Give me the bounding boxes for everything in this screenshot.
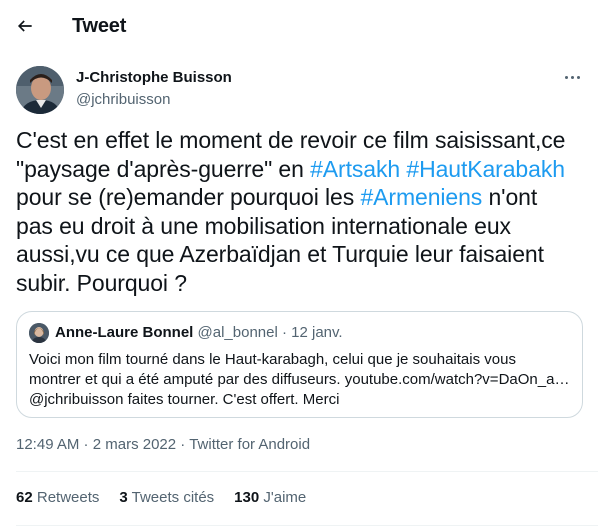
quoted-author-handle: @al_bonnel <box>197 324 278 341</box>
profile-photo-icon <box>16 66 64 114</box>
quotes-stat[interactable]: 3 Tweets cités <box>119 489 214 506</box>
divider <box>16 471 598 472</box>
arrow-left-icon <box>17 20 32 32</box>
quoted-avatar[interactable] <box>29 323 49 343</box>
tweet-line: aussi,vu ce que Azerbaïdjan et Turquie l… <box>16 241 544 267</box>
tweet-line: pour se (re)emander pourquoi les #Armeni… <box>16 183 602 212</box>
likes-stat[interactable]: 130 J'aime <box>234 489 306 506</box>
separator-dot: · <box>176 436 190 453</box>
tweet-text-segment: "paysage d'après-guerre" en <box>16 155 311 182</box>
likes-label: J'aime <box>263 489 307 506</box>
more-dot <box>564 75 568 79</box>
more-button[interactable] <box>560 66 584 88</box>
tweet-source[interactable]: Twitter for Android <box>189 436 310 453</box>
header: Tweet <box>0 0 614 53</box>
tweet-page: Tweet J-Christophe Buisson @jchribuisson… <box>0 0 614 531</box>
profile-photo-icon <box>29 323 49 343</box>
hashtag-link[interactable]: #HautKarabakh <box>406 156 565 182</box>
quoted-tweet[interactable]: Anne-Laure Bonnel @al_bonnel · 12 janv. … <box>16 311 583 418</box>
quoted-text: Voici mon film tourné dans le Haut-karab… <box>29 350 574 410</box>
retweets-label: Retweets <box>36 489 100 506</box>
more-dot <box>576 75 580 79</box>
tweet-line: pas eu droit à une mobilisation internat… <box>16 212 511 239</box>
author-name[interactable]: J-Christophe Buisson <box>76 69 232 86</box>
hashtag-link[interactable]: #Artsakh <box>310 156 400 182</box>
back-button[interactable] <box>10 11 40 41</box>
tweet-metadata: 12:49 AM · 2 mars 2022 · Twitter for And… <box>16 436 310 453</box>
retweets-count: 62 <box>16 489 33 506</box>
separator-dot: · <box>281 324 287 341</box>
tweet-date[interactable]: 2 mars 2022 <box>93 436 176 453</box>
quotes-label: Tweets cités <box>131 489 215 506</box>
tweet-text: C'est en effet le moment de revoir ce fi… <box>16 126 602 297</box>
tweet-line: "paysage d'après-guerre" en #Artsakh #Ha… <box>16 155 602 184</box>
separator-dot: · <box>79 436 93 453</box>
more-dot <box>570 75 574 79</box>
quoted-author-name: Anne-Laure Bonnel <box>55 324 194 341</box>
quoted-header: Anne-Laure Bonnel @al_bonnel · 12 janv. <box>55 324 343 341</box>
author-handle[interactable]: @jchribuisson <box>76 91 170 108</box>
tweet-stats: 62 Retweets 3 Tweets cités 130 J'aime <box>16 489 306 506</box>
tweet-text-segment: pour se (re)emander pourquoi les <box>16 184 361 210</box>
quotes-count: 3 <box>119 489 128 506</box>
quoted-line: @jchribuisson faites tourner. C'est offe… <box>29 391 340 408</box>
retweets-stat[interactable]: 62 Retweets <box>16 489 99 506</box>
tweet-time[interactable]: 12:49 AM <box>16 436 79 453</box>
likes-count: 130 <box>234 489 260 506</box>
tweet-line: subir. Pourquoi ? <box>16 269 187 296</box>
divider <box>16 525 598 526</box>
tweet-line: C'est en effet le moment de revoir ce fi… <box>16 127 566 153</box>
avatar[interactable] <box>16 66 64 114</box>
hashtag-link[interactable]: #Armeniens <box>360 184 482 210</box>
quoted-date: 12 janv. <box>291 324 343 341</box>
quoted-line: Voici mon film tourné dans le Haut-karab… <box>29 351 516 368</box>
page-title: Tweet <box>72 15 127 37</box>
tweet-text-segment: n'ont <box>482 184 538 210</box>
quoted-line: montrer et qui a été amputé par des diff… <box>29 371 570 388</box>
